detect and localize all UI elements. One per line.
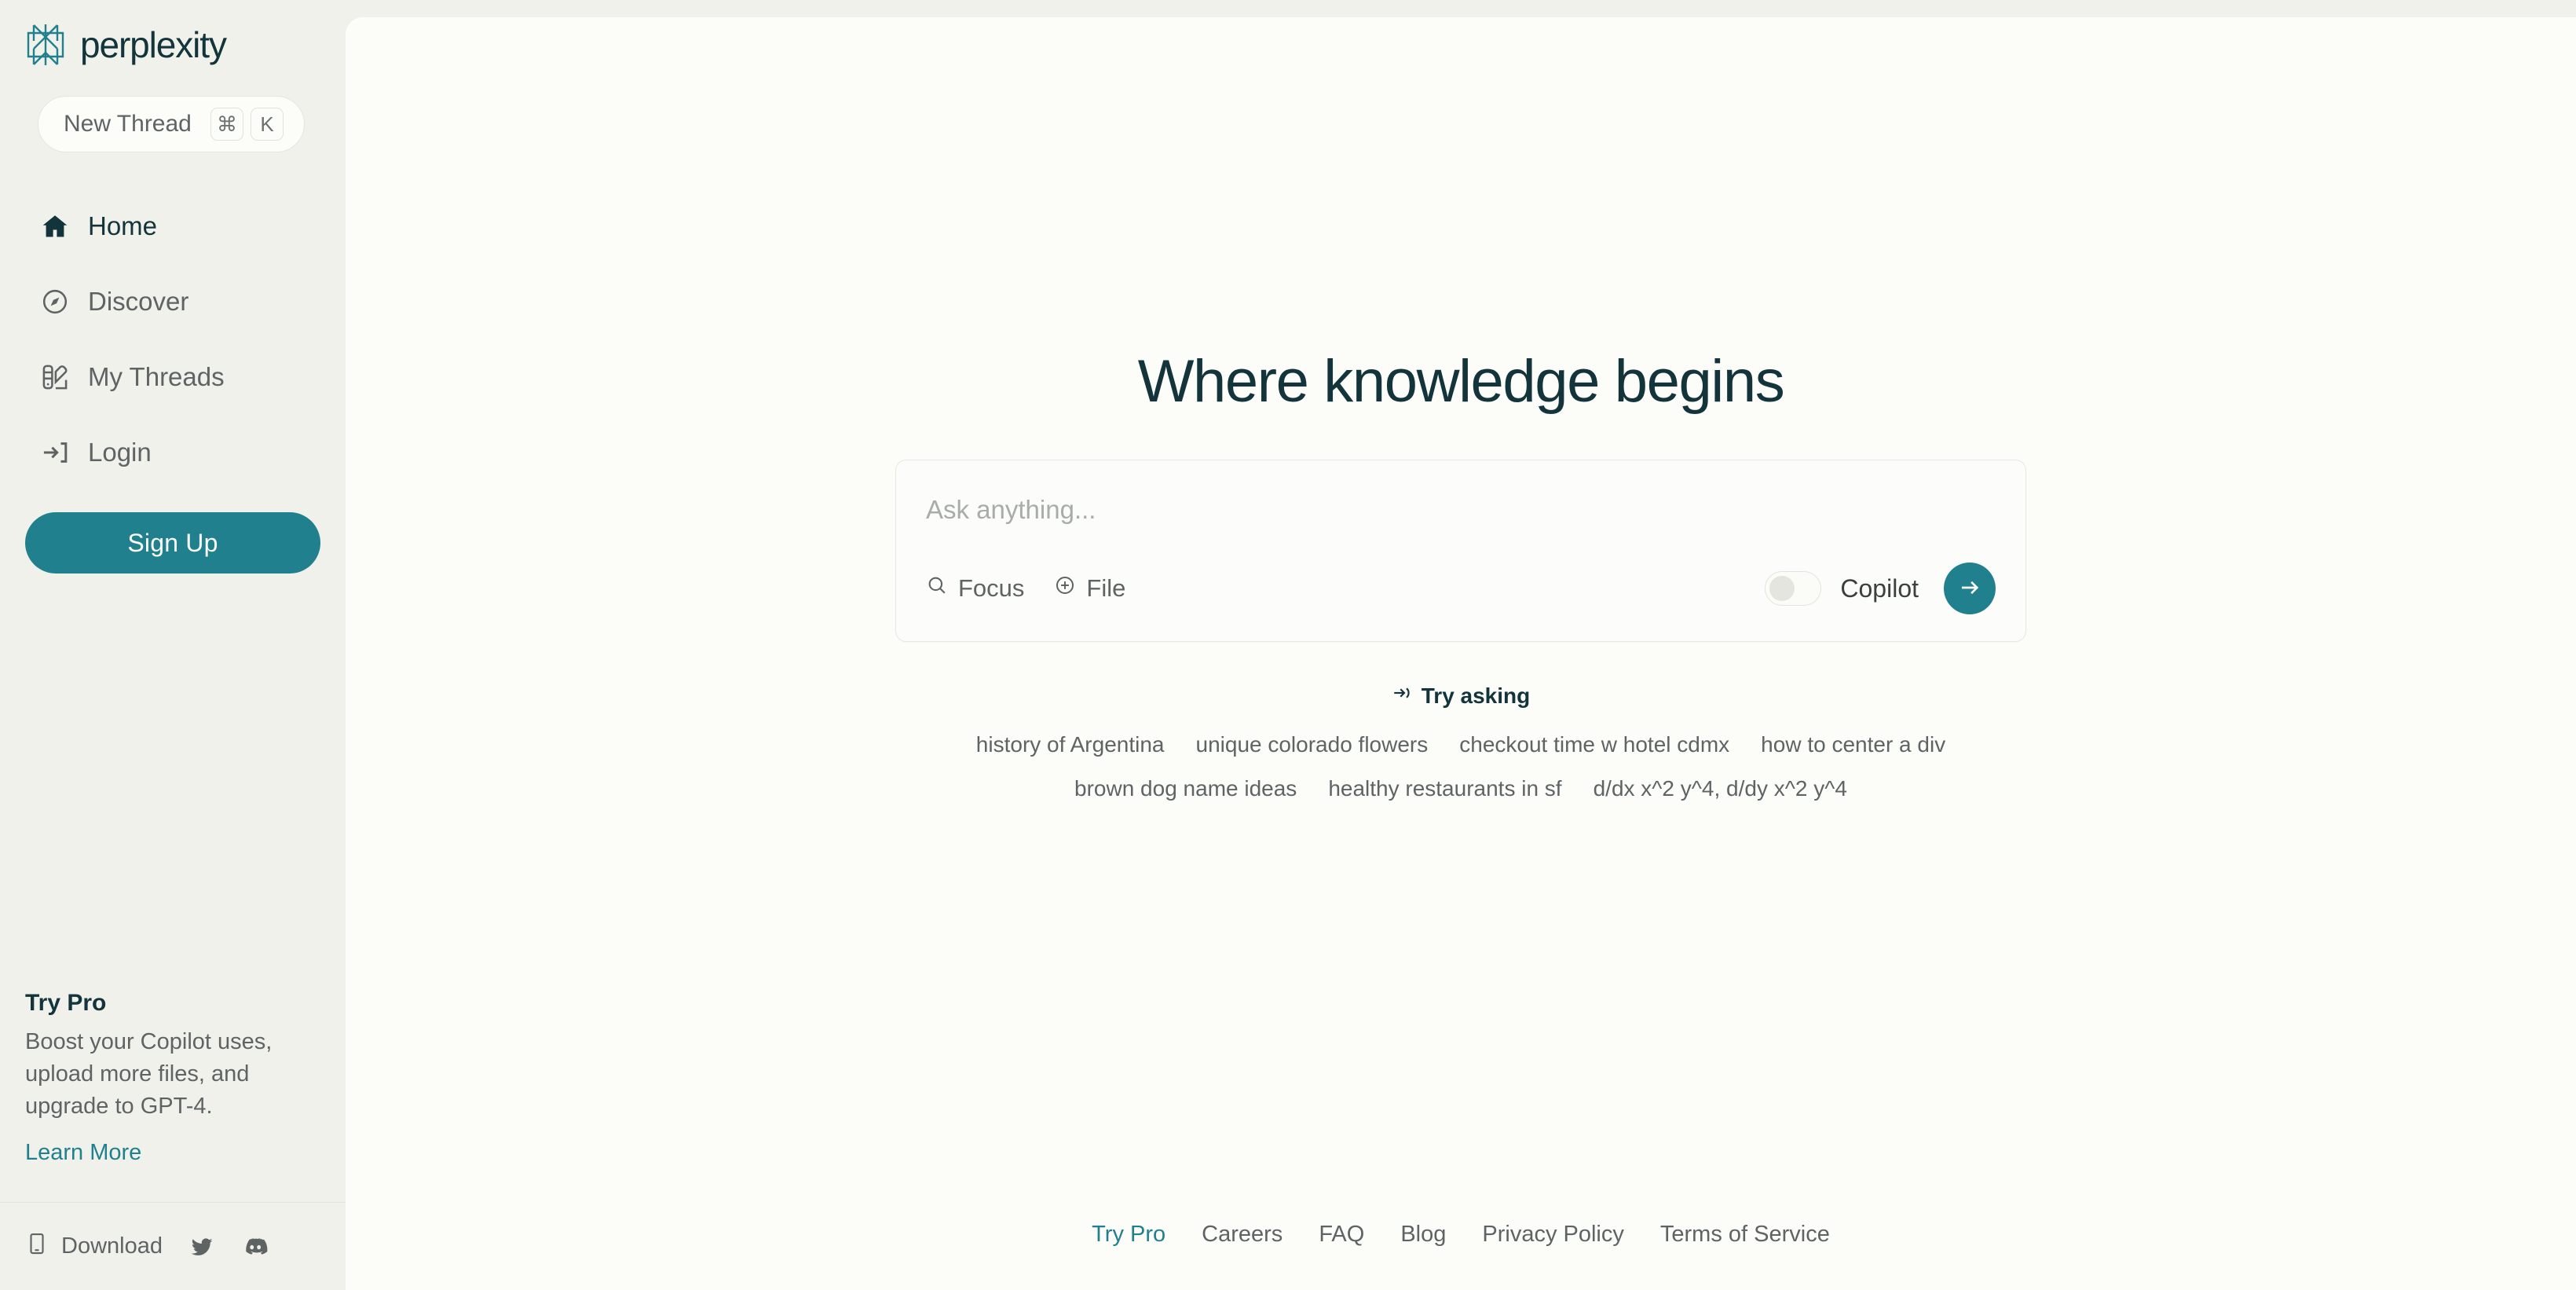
suggestion-chips: history of Argentina unique colorado flo… — [346, 732, 2576, 820]
compass-icon — [39, 286, 71, 317]
sidebar-bottom-bar: Download — [0, 1202, 346, 1290]
kbd-command: ⌘ — [210, 108, 243, 141]
copilot-toggle[interactable] — [1765, 571, 1822, 606]
sidebar: perplexity New Thread ⌘ K Home Discover … — [0, 0, 346, 1290]
footer-link-terms-of-service[interactable]: Terms of Service — [1660, 1222, 1830, 1248]
suggestion-chip[interactable]: how to center a div — [1761, 732, 1945, 757]
home-icon — [39, 211, 71, 242]
footer-link-privacy-policy[interactable]: Privacy Policy — [1482, 1222, 1624, 1248]
sidebar-item-login[interactable]: Login — [0, 415, 346, 490]
try-pro-promo: Try Pro Boost your Copilot uses, upload … — [0, 990, 346, 1166]
footer-link-try-pro[interactable]: Try Pro — [1092, 1222, 1165, 1248]
focus-button[interactable]: Focus — [926, 574, 1024, 603]
copilot-toggle-knob — [1769, 576, 1795, 601]
sidebar-item-label: Discover — [88, 287, 189, 316]
suggestion-chip[interactable]: history of Argentina — [976, 732, 1165, 757]
perplexity-logo-mark — [24, 22, 68, 68]
suggestion-row: brown dog name ideas healthy restaurants… — [346, 776, 2576, 801]
app-root: perplexity New Thread ⌘ K Home Discover … — [0, 0, 2576, 1290]
file-button[interactable]: File — [1054, 574, 1125, 603]
ask-left-actions: Focus File — [926, 574, 1125, 603]
footer-links: Try Pro Careers FAQ Blog Privacy Policy … — [346, 1222, 2576, 1248]
suggestion-chip[interactable]: unique colorado flowers — [1196, 732, 1429, 757]
brand-name: perplexity — [80, 24, 227, 65]
try-pro-title: Try Pro — [25, 990, 107, 1016]
copilot-label: Copilot — [1840, 574, 1919, 603]
ask-controls: Focus File Copilot — [926, 563, 1996, 614]
suggestion-row: history of Argentina unique colorado flo… — [346, 732, 2576, 757]
focus-label: Focus — [958, 574, 1025, 602]
sidebar-item-label: My Threads — [88, 362, 225, 391]
learn-more-link[interactable]: Learn More — [25, 1140, 141, 1166]
suggestion-chip[interactable]: d/dx x^2 y^4, d/dy x^2 y^4 — [1594, 776, 1847, 801]
footer-link-blog[interactable]: Blog — [1400, 1222, 1446, 1248]
search-icon — [926, 574, 948, 603]
page-title: Where knowledge begins — [1137, 348, 1785, 415]
sidebar-item-discover[interactable]: Discover — [0, 264, 346, 339]
suggestion-chip[interactable]: brown dog name ideas — [1074, 776, 1297, 801]
kbd-k: K — [251, 108, 284, 141]
suggestion-chip[interactable]: healthy restaurants in sf — [1328, 776, 1561, 801]
sign-up-button[interactable]: Sign Up — [25, 512, 320, 574]
twitter-icon[interactable] — [189, 1234, 214, 1259]
plus-circle-icon — [1054, 574, 1076, 603]
discord-icon[interactable] — [241, 1233, 268, 1260]
sidebar-item-label: Login — [88, 438, 152, 467]
brand-logo[interactable]: perplexity — [0, 0, 346, 66]
sidebar-item-label: Home — [88, 211, 158, 240]
arrow-right-icon — [1957, 575, 1982, 603]
download-button[interactable]: Download — [25, 1232, 163, 1262]
phone-icon — [25, 1232, 49, 1262]
suggestion-chip[interactable]: checkout time w hotel cdmx — [1459, 732, 1729, 757]
ask-anything-box: Focus File — [895, 460, 2026, 642]
new-thread-button[interactable]: New Thread ⌘ K — [38, 96, 305, 152]
new-thread-label: New Thread — [64, 111, 192, 137]
try-pro-description: Boost your Copilot uses, upload more fil… — [25, 1029, 273, 1119]
main-content: Where knowledge begins Focus — [346, 17, 2576, 1290]
try-asking-header: Try asking — [1392, 683, 1531, 709]
download-label: Download — [61, 1233, 163, 1259]
new-thread-shortcut: ⌘ K — [210, 108, 284, 141]
sidebar-item-my-threads[interactable]: My Threads — [0, 339, 346, 415]
footer-link-careers[interactable]: Careers — [1202, 1222, 1283, 1248]
ask-right-actions: Copilot — [1765, 563, 1996, 614]
arrow-right-dashed-icon — [1392, 683, 1412, 709]
try-asking-label: Try asking — [1421, 683, 1531, 708]
submit-button[interactable] — [1944, 563, 1996, 614]
file-label: File — [1086, 574, 1126, 602]
login-arrow-icon — [39, 437, 71, 468]
footer-link-faq[interactable]: FAQ — [1319, 1222, 1364, 1248]
search-input[interactable] — [926, 495, 1996, 525]
sidebar-nav: Home Discover My Threads Login — [0, 189, 346, 490]
threads-icon — [39, 361, 71, 393]
sidebar-item-home[interactable]: Home — [0, 189, 346, 264]
